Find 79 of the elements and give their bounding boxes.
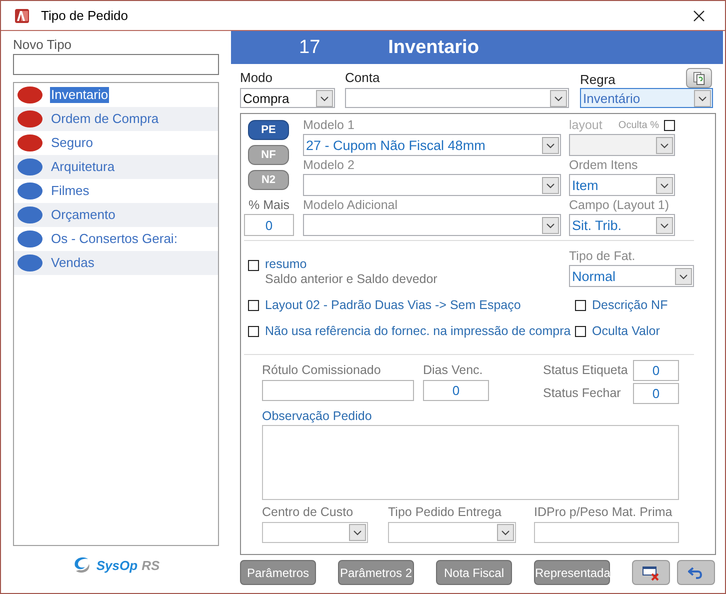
dropdown[interactable]: 27 - Cupom Não Fiscal 48mm	[303, 134, 561, 156]
input-field[interactable]: 0	[244, 214, 294, 236]
checkbox-label: Oculta Valor	[592, 324, 660, 338]
checkbox-label: Layout 02 - Padrão Duas Vias -> Sem Espaço	[265, 298, 521, 312]
field-label: Status Fechar	[543, 385, 621, 402]
list-item[interactable]: Orçamento	[14, 203, 218, 227]
field-label: Centro de Custo	[262, 504, 354, 521]
checkbox[interactable]	[575, 326, 586, 336]
checkbox[interactable]	[248, 326, 259, 336]
field-label: Modo	[240, 69, 274, 87]
logo-icon	[72, 556, 92, 574]
input-field[interactable]: 0	[633, 382, 679, 404]
record-name: Inventario	[388, 36, 479, 58]
list-item[interactable]: Os - Consertos Gerai:	[14, 227, 218, 251]
footer-button[interactable]: Representada	[534, 560, 610, 585]
logo-text: RS	[142, 558, 160, 572]
input-field[interactable]	[13, 54, 219, 75]
app-icon	[14, 8, 30, 24]
option-note: Saldo anterior e Saldo devedor	[265, 272, 438, 287]
checkbox-label: Não usa refêrencia do fornec. na impressão de compra	[265, 324, 571, 338]
field-label: Rótulo Comissionado	[262, 362, 382, 379]
undo-button[interactable]	[677, 560, 715, 585]
dropdown[interactable]	[303, 214, 561, 236]
dropdown[interactable]	[388, 522, 516, 543]
dropdown[interactable]	[345, 88, 569, 108]
checkbox-label: Descrição NF	[592, 298, 668, 312]
document-icon	[693, 70, 705, 86]
dropdown[interactable]: Sit. Trib.	[569, 214, 675, 236]
field-label: layout	[569, 117, 602, 134]
document-button[interactable]	[686, 68, 712, 88]
field-label: Campo (Layout 1)	[569, 197, 670, 214]
field-label: % Mais	[248, 197, 290, 214]
field-label: IDPro p/Peso Mat. Prima	[534, 504, 674, 521]
checkbox-label: resumo	[265, 257, 308, 272]
list-item[interactable]: Inventario	[14, 83, 218, 107]
field-label: Ordem Itens	[569, 157, 639, 174]
list-item[interactable]: Seguro	[14, 131, 218, 155]
list-item[interactable]: Vendas	[14, 251, 218, 275]
field-label: Modelo Adicional	[303, 197, 399, 214]
field-label: Tipo de Fat.	[569, 248, 636, 265]
list-item[interactable]: Ordem de Compra	[14, 107, 218, 131]
checkbox[interactable]	[664, 120, 675, 130]
list-item[interactable]: Filmes	[14, 179, 218, 203]
dropdown[interactable]: Compra	[240, 88, 335, 108]
checkbox[interactable]	[248, 300, 259, 310]
delete-icon	[642, 564, 660, 580]
field-label: Conta	[345, 69, 381, 87]
footer-button[interactable]: Parâmetros 2	[338, 560, 414, 585]
dropdown[interactable]: Item	[569, 174, 675, 196]
checkbox[interactable]	[248, 260, 259, 271]
close-icon	[693, 10, 705, 22]
text-area[interactable]	[262, 425, 679, 500]
record-number: 17	[299, 36, 320, 58]
footer-button[interactable]: Parâmetros	[240, 560, 316, 585]
dropdown[interactable]	[262, 522, 368, 543]
field-label: Modelo 2	[303, 157, 356, 174]
delete-button[interactable]	[632, 560, 670, 585]
input-field[interactable]: 0	[633, 360, 679, 380]
footer-button[interactable]: Nota Fiscal	[436, 560, 512, 585]
field-label: Observação Pedido	[262, 408, 373, 425]
dropdown[interactable]: Inventário	[580, 88, 713, 108]
field-label: Dias Venc.	[423, 362, 484, 379]
field-label: Regra	[580, 72, 616, 88]
window-title: Tipo de Pedido	[41, 8, 128, 23]
undo-icon	[688, 564, 704, 580]
dropdown[interactable]	[303, 174, 561, 196]
logo-text: SysOp	[96, 558, 138, 572]
dropdown[interactable]: Normal	[569, 265, 694, 287]
field-label: Tipo Pedido Entrega	[388, 504, 503, 521]
field-label: Modelo 1	[303, 117, 356, 134]
input-field[interactable]	[534, 522, 679, 543]
toggle-button[interactable]: PE	[248, 120, 289, 140]
field-label: Status Etiqueta	[543, 362, 628, 379]
list-item[interactable]: Arquitetura	[14, 155, 218, 179]
checkbox[interactable]	[575, 300, 586, 310]
input-field[interactable]	[262, 380, 414, 401]
input-field[interactable]: 0	[423, 380, 489, 401]
field-label: Novo Tipo	[13, 36, 73, 53]
checkbox-label: Oculta %	[618, 120, 659, 130]
